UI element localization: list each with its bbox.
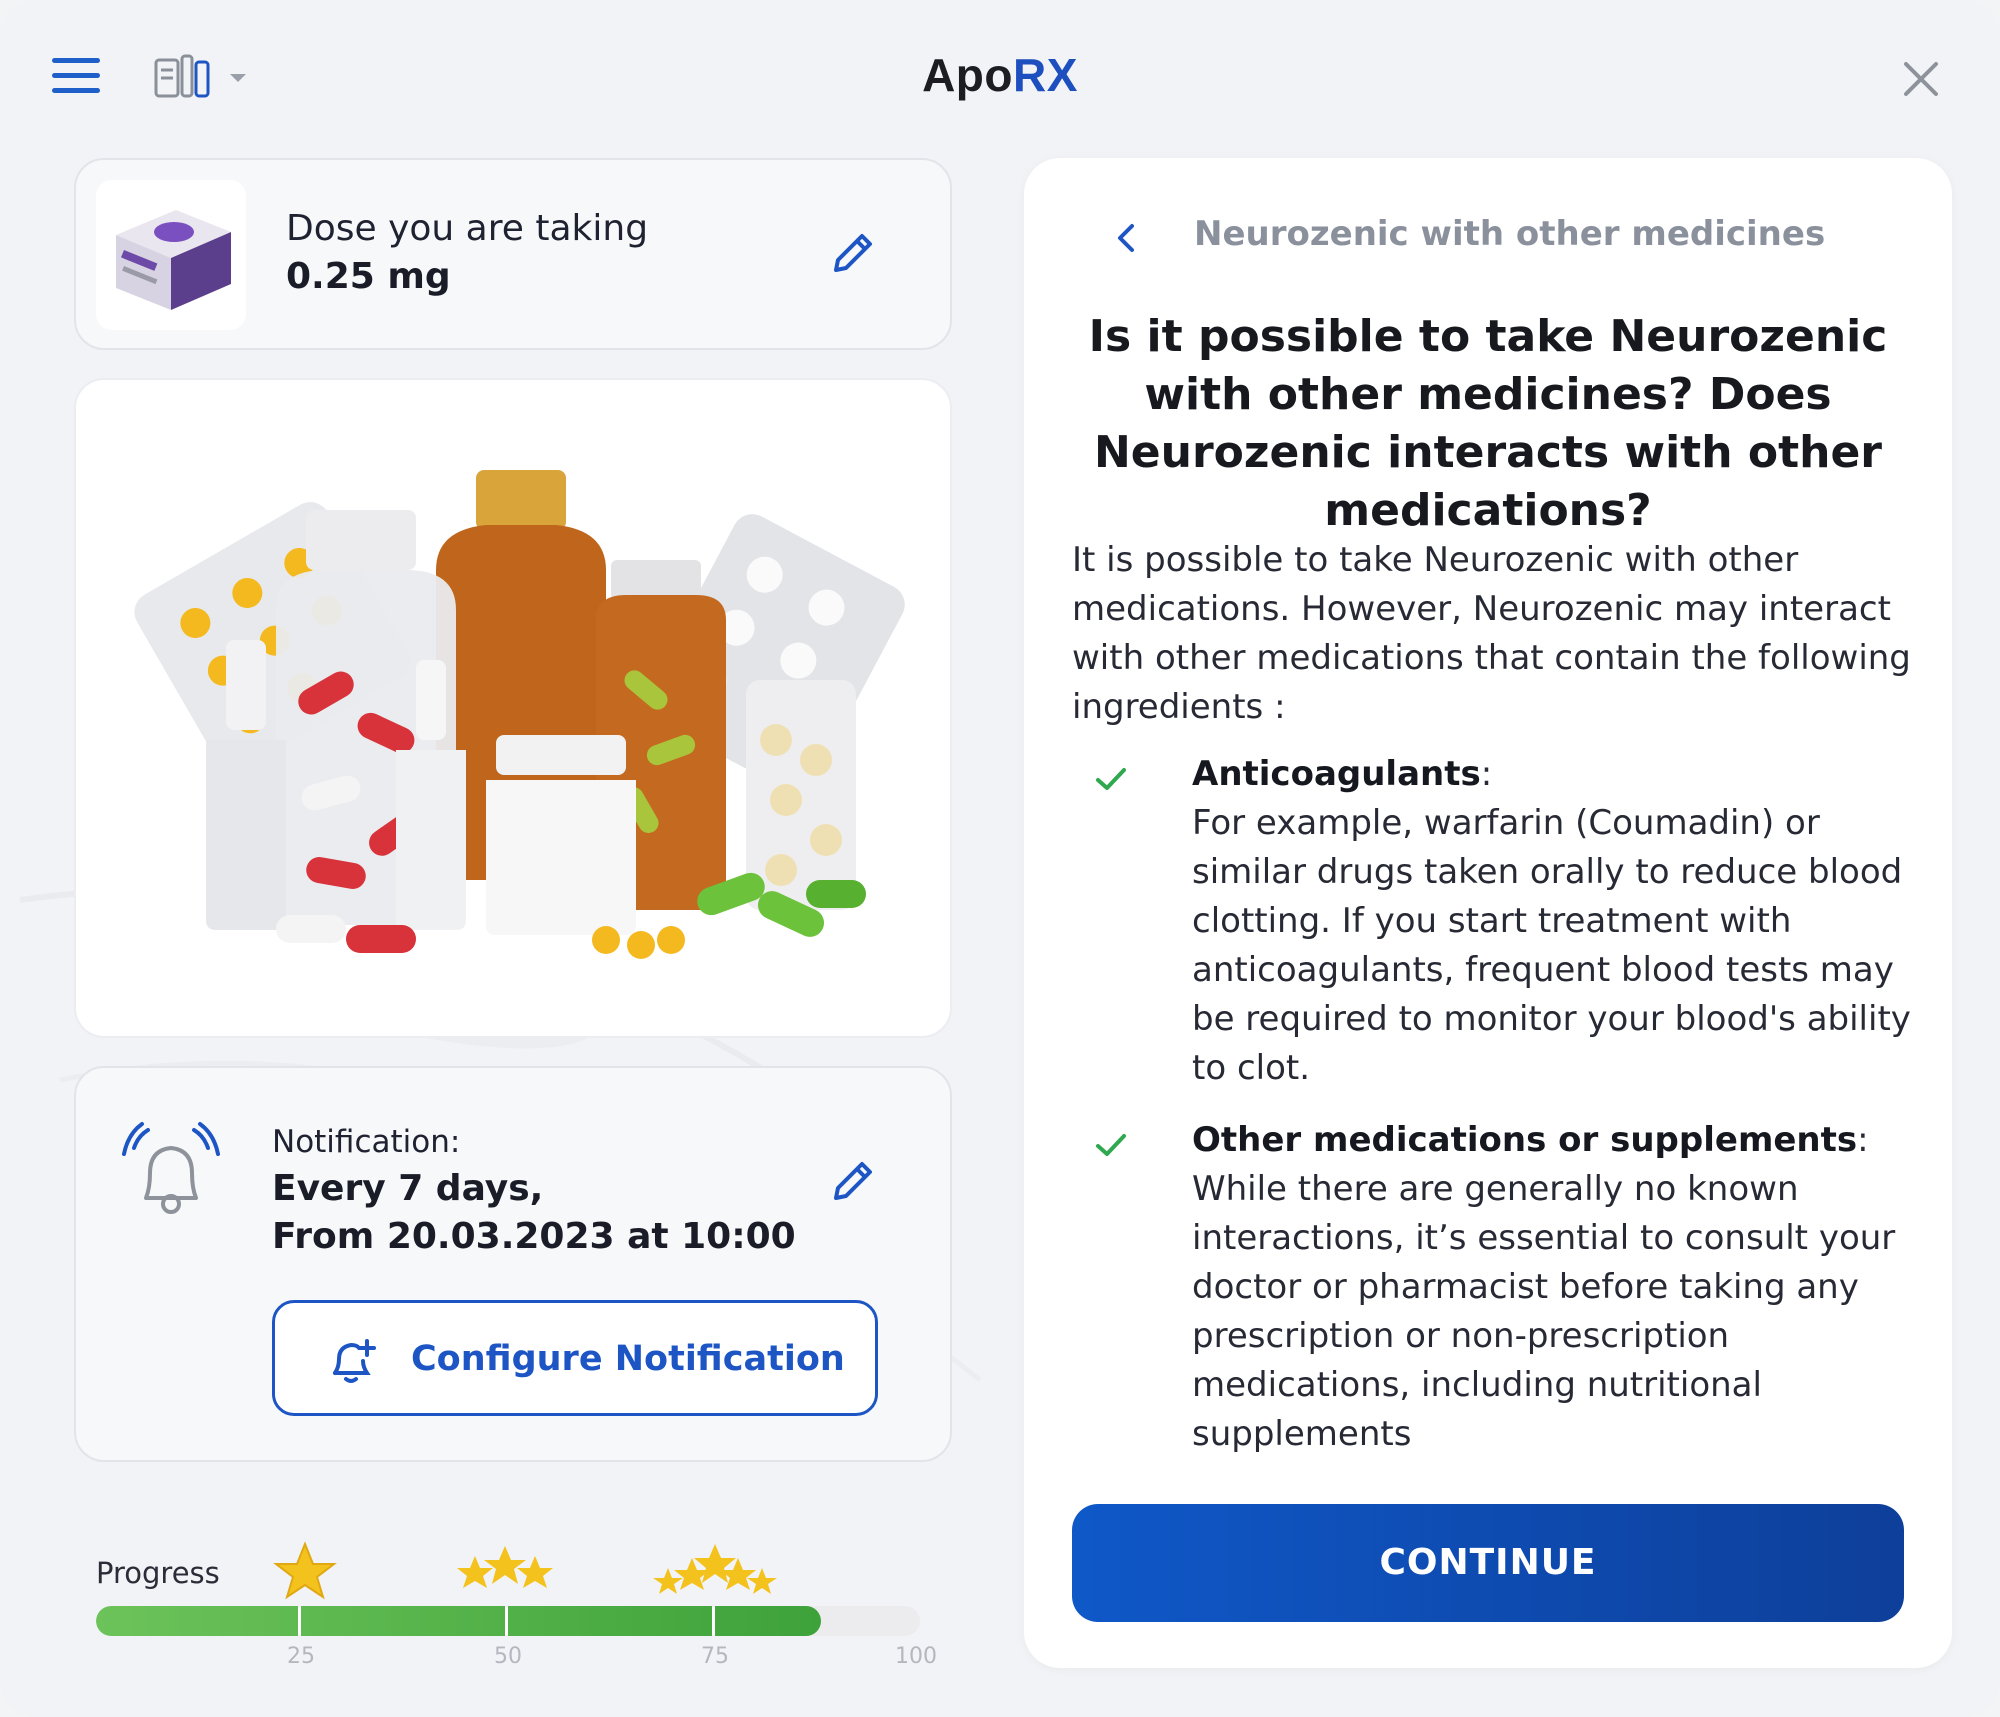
dose-label: Dose you are taking	[286, 208, 649, 249]
panel-breadcrumb: Neurozenic with other medicines	[1194, 214, 1826, 254]
chevron-left-icon	[1118, 224, 1134, 252]
progress-label: Progress	[96, 1556, 220, 1590]
check-icon	[1096, 1134, 1126, 1156]
app-logo: ApoRX	[0, 48, 2000, 102]
milestone-5-stars-icon	[653, 1544, 777, 1594]
intro-text: It is possible to take Neurozenic with o…	[1072, 540, 1911, 727]
interaction-info-panel: Neurozenic with other medicines Is it po…	[1024, 158, 1952, 1668]
milestone-3-stars-icon	[457, 1546, 553, 1588]
brand-part-1: Apo	[922, 49, 1013, 101]
continue-button[interactable]: CONTINUE	[1072, 1504, 1904, 1622]
notification-start: From 20.03.2023 at 10:00	[272, 1216, 796, 1257]
item-heading: Anticoagulants	[1192, 754, 1481, 794]
configure-notification-button[interactable]: Configure Notification	[272, 1300, 878, 1416]
item-text: While there are generally no known inter…	[1192, 1169, 1896, 1454]
add-notification-icon	[333, 1339, 376, 1383]
close-icon	[1904, 62, 1938, 96]
medicines-illustration	[134, 470, 905, 959]
notification-frequency: Every 7 days,	[272, 1168, 544, 1209]
milestone-1-star-icon	[273, 1541, 337, 1600]
brand-part-2: RX	[1013, 49, 1078, 101]
medicine-box-image	[96, 180, 246, 330]
top-bar: ApoRX	[0, 0, 2000, 150]
back-button[interactable]	[1106, 214, 1146, 262]
progress-divider	[298, 1606, 301, 1636]
progress-tick: 75	[701, 1644, 729, 1669]
progress-bar	[96, 1606, 920, 1636]
progress-tick: 25	[287, 1644, 315, 1669]
close-button[interactable]	[1900, 58, 1942, 100]
progress-tick: 100	[895, 1644, 937, 1669]
edit-notification-button[interactable]	[826, 1156, 878, 1208]
progress-divider	[712, 1606, 715, 1636]
progress-tick: 50	[494, 1644, 522, 1669]
notification-label: Notification:	[272, 1124, 461, 1160]
pencil-icon	[834, 1162, 872, 1200]
dose-card: Dose you are taking 0.25 mg	[74, 158, 952, 350]
check-icon	[1096, 768, 1126, 790]
edit-dose-button[interactable]	[826, 228, 878, 280]
item-heading: Other medications or supplements	[1192, 1120, 1858, 1160]
medicines-illustration-card	[74, 378, 952, 1038]
app-window: ApoRX Dose you are taking 0.25 mg Notifi…	[0, 0, 2000, 1717]
configure-notification-label: Configure Notification	[411, 1339, 845, 1379]
ringing-bell-icon	[122, 1122, 220, 1214]
dose-value: 0.25 mg	[286, 256, 451, 297]
notification-card: Notification: Every 7 days, From 20.03.2…	[74, 1066, 952, 1462]
item-text: For example, warfarin (Coumadin) or simi…	[1192, 803, 1911, 1088]
pencil-icon	[834, 234, 872, 272]
continue-label: CONTINUE	[1379, 1542, 1597, 1583]
question-title: Is it possible to take Neurozenic with o…	[1088, 311, 1888, 536]
progress-divider	[505, 1606, 508, 1636]
